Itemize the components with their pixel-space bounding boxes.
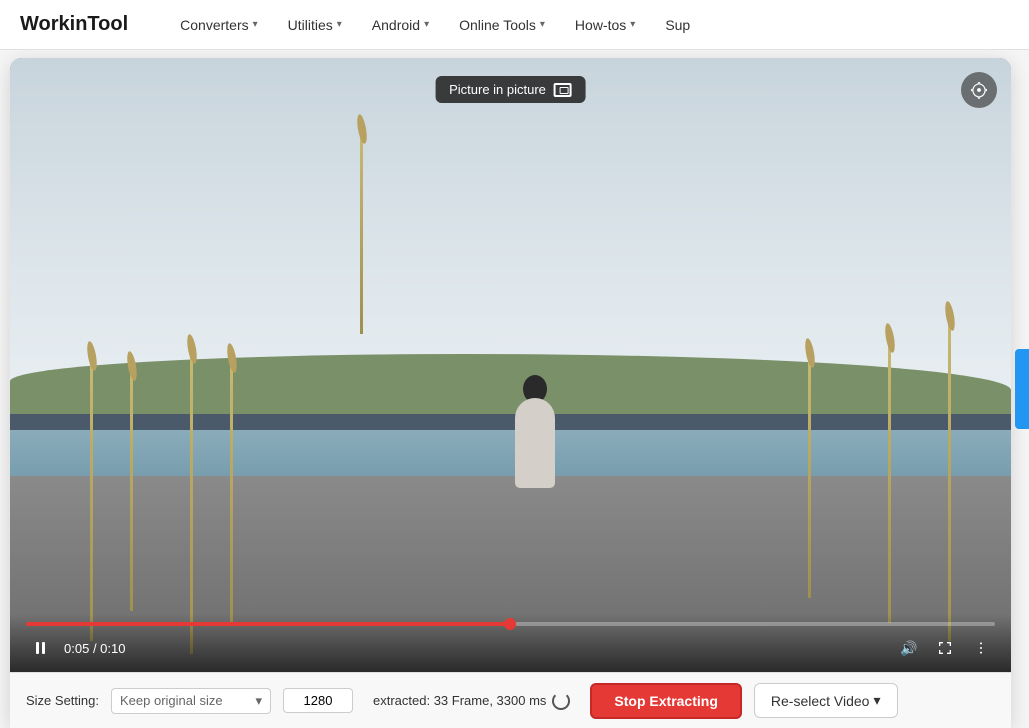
chevron-down-icon: ▾ [424,19,429,30]
more-options-button[interactable] [967,634,995,662]
nav-sup[interactable]: Sup [653,11,702,39]
reed-3 [190,354,193,654]
settings-icon [970,81,988,99]
reed-1 [90,361,93,641]
reed-7 [808,358,811,598]
chevron-down-icon: ▾ [255,693,262,709]
reed-2 [130,371,133,611]
nav-links: Converters ▾ Utilities ▾ Android ▾ Onlin… [168,11,702,39]
reed-8 [360,134,363,334]
chevron-down-icon: ▾ [540,19,545,30]
nav-android[interactable]: Android ▾ [360,11,441,39]
nav-utilities[interactable]: Utilities ▾ [276,11,354,39]
side-collapse-button[interactable] [1015,349,1029,429]
size-select-dropdown[interactable]: Keep original size ▾ [111,688,271,714]
pause-icon [36,642,45,654]
chevron-down-icon: ▾ [630,19,635,30]
video-player: Picture in picture [10,58,1011,672]
settings-button[interactable] [961,72,997,108]
nav-online-tools[interactable]: Online Tools ▾ [447,11,557,39]
pip-tooltip: Picture in picture [435,76,586,103]
brand-logo[interactable]: WorkinTool [20,13,128,36]
reselect-video-button[interactable]: Re-select Video ▾ [754,683,898,718]
video-modal: Picture in picture [10,58,1011,728]
extracted-info: extracted: 33 Frame, 3300 ms [373,692,570,710]
video-scene [10,58,1011,672]
page-background: Picture in picture [0,50,1029,728]
volume-icon: 🔊 [900,640,917,657]
stop-extracting-button[interactable]: Stop Extracting [590,683,741,719]
bottom-toolbar: Size Setting: Keep original size ▾ extra… [10,672,1011,728]
chevron-down-icon: ▾ [253,19,258,30]
progress-bar[interactable] [26,622,995,626]
video-controls: 0:05 / 0:10 🔊 [10,614,1011,672]
size-value-input[interactable] [283,688,353,713]
fullscreen-button[interactable] [931,634,959,662]
chevron-down-icon: ▾ [337,19,342,30]
reed-6 [888,343,891,623]
progress-fill [26,622,511,626]
reed-4 [230,363,233,623]
reed-5 [948,321,951,641]
more-icon [973,640,989,656]
navbar: WorkinTool Converters ▾ Utilities ▾ Andr… [0,0,1029,50]
nav-converters[interactable]: Converters ▾ [168,11,270,39]
nav-how-tos[interactable]: How-tos ▾ [563,11,647,39]
volume-button[interactable]: 🔊 [895,634,923,662]
controls-row: 0:05 / 0:10 🔊 [26,634,995,662]
pause-button[interactable] [26,634,54,662]
fullscreen-icon [937,640,953,656]
size-setting-label: Size Setting: [26,693,99,708]
person-body [515,398,555,488]
pip-icon [554,83,572,97]
chevron-down-icon: ▾ [873,692,880,709]
time-display: 0:05 / 0:10 [64,641,125,656]
controls-right: 🔊 [895,634,995,662]
refresh-icon [552,692,570,710]
scene-person [505,368,565,488]
